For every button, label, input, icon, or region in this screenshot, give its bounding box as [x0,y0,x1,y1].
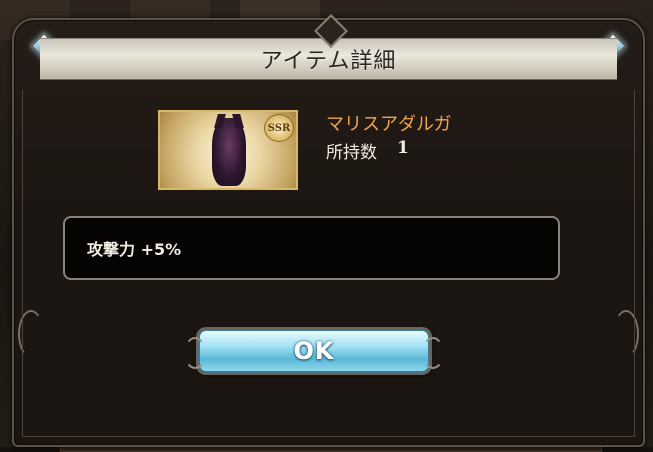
item-count: 所持数 1 [326,138,409,163]
ok-button[interactable]: OK [184,329,444,373]
ok-button-ornament [184,337,206,369]
item-effect-box: 攻撃力 +5% [63,216,560,280]
character-portrait [212,118,246,186]
dialog-title-bar: アイテム詳細 [40,14,617,80]
ornament-swirl [613,310,639,358]
ornament-swirl [18,310,44,358]
item-count-label: 所持数 [326,143,377,163]
item-count-value: 1 [397,138,409,158]
item-effect-text: 攻撃力 +5% [87,240,182,259]
ssr-badge-icon: SSR [264,114,294,142]
ok-button-ornament [422,337,444,369]
ok-button-label: OK [293,337,335,365]
item-thumbnail: SSR [158,110,298,190]
dialog-title: アイテム詳細 [260,49,397,74]
item-name: マリスアダルガ [326,114,452,135]
